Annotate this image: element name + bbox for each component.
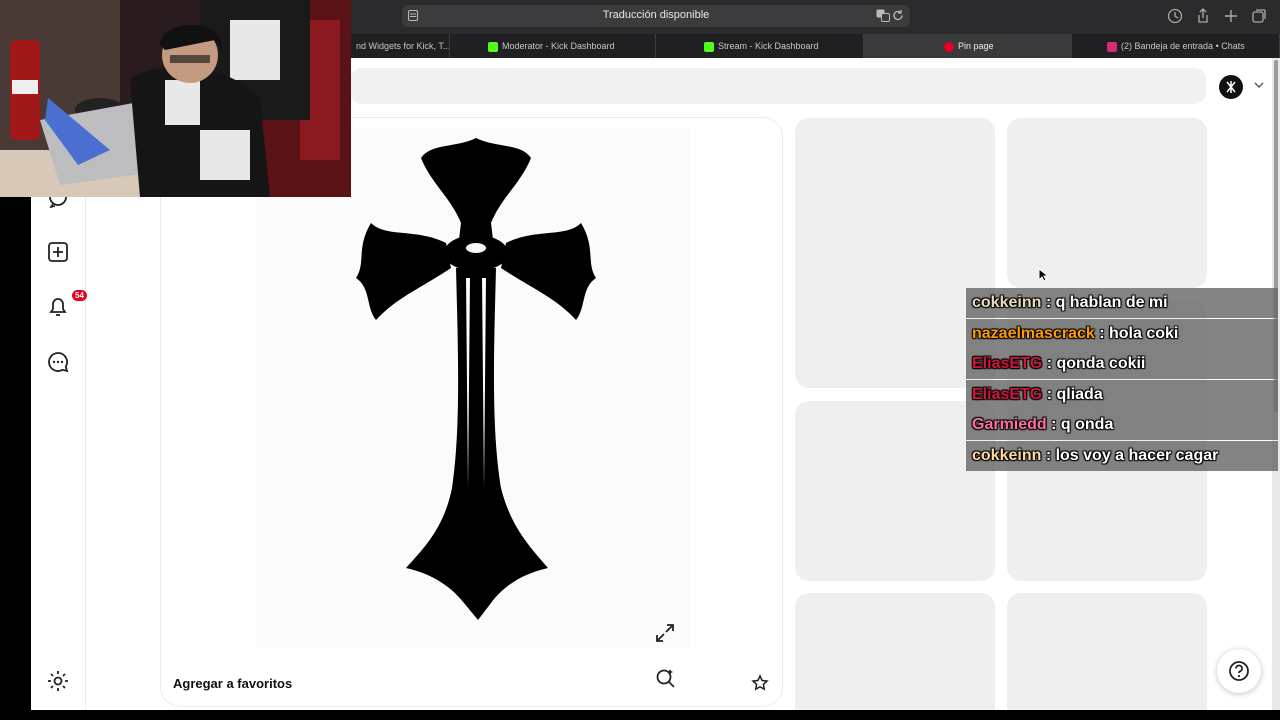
tab-overview-icon[interactable] <box>1250 7 1268 25</box>
webcam-feed <box>0 0 351 197</box>
related-pin-placeholder[interactable] <box>795 593 995 710</box>
chat-text: : qliada <box>1046 385 1103 403</box>
chat-message: EliasETG : qliada <box>966 379 1278 410</box>
tab-pin-page[interactable]: Pin page <box>864 34 1072 58</box>
pinterest-icon <box>944 41 954 52</box>
translate-icon[interactable] <box>876 9 890 22</box>
webcam-overlay <box>0 0 351 197</box>
chat-username: Garmiedd <box>972 416 1047 434</box>
pin-image[interactable] <box>256 128 690 648</box>
pin-closeup-card: Agregar a favoritos <box>160 117 783 707</box>
chat-message: cokkeinn : los voy a hacer cagar <box>966 440 1278 471</box>
create-icon[interactable] <box>45 239 71 265</box>
tab-label: nd Widgets for Kick, T... <box>356 41 450 51</box>
address-bar[interactable]: Traducción disponible <box>402 5 910 27</box>
add-to-favorites-label[interactable]: Agregar a favoritos <box>173 676 292 691</box>
gothic-cross-image <box>356 138 596 620</box>
chat-message: nazaelmascrack : hola coki <box>966 318 1278 349</box>
chat-text: : qonda cokii <box>1046 355 1146 373</box>
visual-search-icon[interactable] <box>654 667 676 689</box>
tab-label: Moderator - Kick Dashboard <box>502 41 615 51</box>
tab-label: (2) Bandeja de entrada • Chats <box>1121 41 1245 51</box>
chat-icon[interactable] <box>45 349 71 375</box>
chat-username: cokkeinn <box>972 294 1042 311</box>
chat-message: EliasETG : qonda cokii <box>966 349 1278 380</box>
instagram-icon <box>1107 41 1117 52</box>
chat-text: : los voy a hacer cagar <box>1045 446 1219 464</box>
avatar[interactable] <box>1219 75 1243 99</box>
chat-username: nazaelmascrack <box>972 324 1095 342</box>
address-text: Traducción disponible <box>602 9 710 21</box>
notification-badge: 54 <box>72 290 87 301</box>
tab-label: Pin page <box>958 41 994 51</box>
tab-moderator[interactable]: Moderator - Kick Dashboard <box>450 34 656 58</box>
chat-username: cokkeinn <box>972 446 1042 464</box>
expand-icon[interactable] <box>654 622 676 644</box>
chat-username: EliasETG <box>972 355 1043 373</box>
tab-stream[interactable]: Stream - Kick Dashboard <box>656 34 864 58</box>
tab-label: Stream - Kick Dashboard <box>718 41 819 51</box>
star-icon[interactable] <box>751 674 769 692</box>
help-button[interactable] <box>1217 649 1261 693</box>
chat-text: : q hablan de mi <box>1045 294 1168 311</box>
related-pin-placeholder[interactable] <box>1007 593 1207 710</box>
stream-chat-overlay: cokkeinn : q hablan de mi nazaelmascrack… <box>966 288 1278 472</box>
mouse-cursor-icon <box>1038 268 1048 282</box>
search-bar[interactable] <box>350 68 1206 104</box>
chat-message: Garmiedd : q onda <box>966 410 1278 441</box>
chevron-down-icon[interactable] <box>1253 81 1265 89</box>
related-pin-placeholder[interactable] <box>795 118 995 388</box>
profile-logo-icon <box>1226 81 1236 93</box>
chat-message: cokkeinn : q hablan de mi <box>966 288 1278 318</box>
chat-username: EliasETG <box>972 385 1043 403</box>
chat-text: : hola coki <box>1099 324 1179 342</box>
kick-icon <box>704 41 714 52</box>
chat-text: : q onda <box>1051 416 1114 434</box>
kick-icon <box>488 41 498 52</box>
related-pin-placeholder[interactable] <box>1007 118 1207 288</box>
share-icon[interactable] <box>1194 7 1212 25</box>
tab-bar: nd Widgets for Kick, T... Moderator - Ki… <box>350 34 1280 58</box>
related-pin-placeholder[interactable] <box>795 401 995 581</box>
new-tab-icon[interactable] <box>1222 7 1240 25</box>
reload-icon[interactable] <box>892 9 904 22</box>
history-icon[interactable] <box>1166 7 1184 25</box>
tab-widgets[interactable]: nd Widgets for Kick, T... <box>350 34 450 58</box>
notifications-button[interactable]: 54 <box>45 290 87 320</box>
settings-icon[interactable] <box>45 668 71 694</box>
question-icon <box>1229 661 1249 681</box>
bell-icon <box>49 298 67 316</box>
tab-instagram[interactable]: (2) Bandeja de entrada • Chats <box>1072 34 1280 58</box>
